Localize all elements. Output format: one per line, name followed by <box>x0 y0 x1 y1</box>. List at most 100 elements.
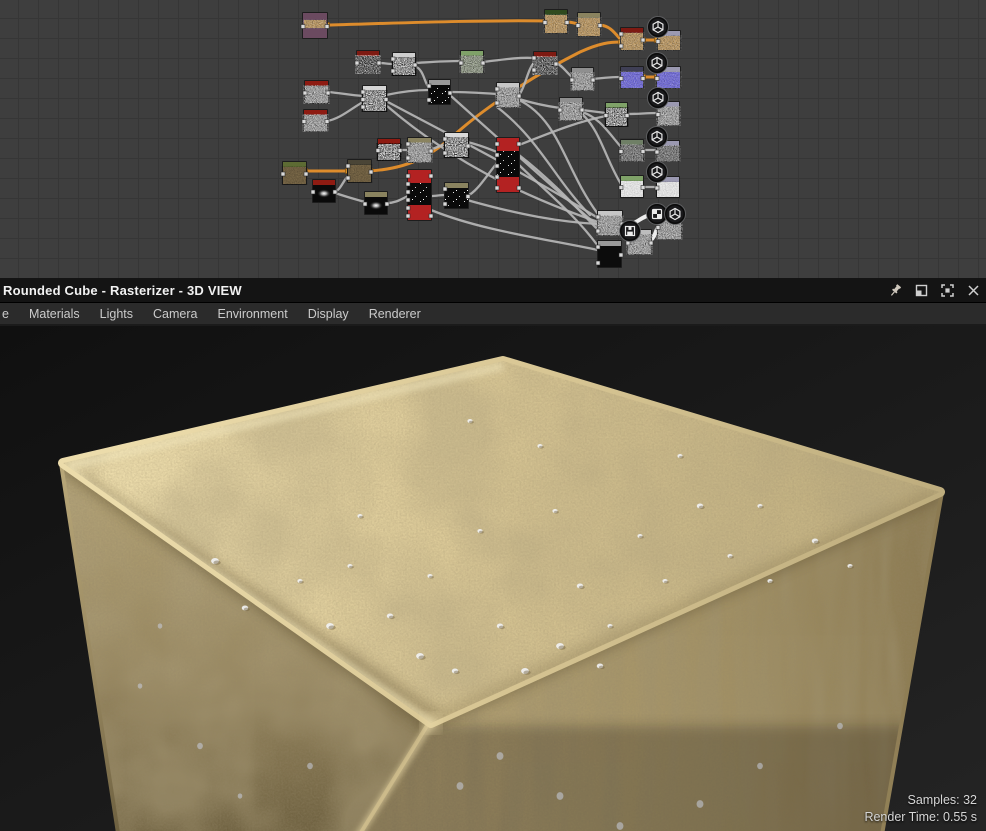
node-pin[interactable] <box>495 164 499 168</box>
graph-node[interactable] <box>495 82 521 108</box>
node-pin[interactable] <box>377 61 381 65</box>
node-pin[interactable] <box>532 56 536 60</box>
node-pin[interactable] <box>580 108 584 112</box>
node-pin[interactable] <box>565 21 569 25</box>
node-pin[interactable] <box>361 98 365 102</box>
menu-item-materials[interactable]: Materials <box>29 307 80 321</box>
graph-node[interactable] <box>376 138 402 161</box>
graph-node[interactable] <box>302 109 329 132</box>
node-pin[interactable] <box>443 137 447 141</box>
node-pin[interactable] <box>655 77 659 81</box>
graph-node[interactable] <box>443 182 470 209</box>
maximize-view-button[interactable] <box>934 279 960 301</box>
node-pin[interactable] <box>443 151 447 155</box>
node-pin[interactable] <box>466 195 470 199</box>
node-pin[interactable] <box>361 90 365 94</box>
node-pin[interactable] <box>443 202 447 206</box>
graph-node[interactable] <box>576 12 602 37</box>
node-pin[interactable] <box>641 38 645 42</box>
node-graph-canvas[interactable] <box>0 0 986 278</box>
node-pin[interactable] <box>619 77 623 81</box>
node-pin[interactable] <box>543 21 547 25</box>
graph-node[interactable] <box>619 66 645 89</box>
graph-node[interactable] <box>346 159 373 183</box>
node-pin[interactable] <box>619 186 623 190</box>
node-pin[interactable] <box>448 91 452 95</box>
node-pin[interactable] <box>406 182 410 186</box>
node-pin[interactable] <box>376 149 380 153</box>
node-pin[interactable] <box>656 226 660 230</box>
node-pin[interactable] <box>596 215 600 219</box>
node-pin[interactable] <box>325 120 329 124</box>
graph-node[interactable] <box>619 27 645 51</box>
graph-node[interactable] <box>406 169 433 221</box>
node-pin[interactable] <box>398 149 402 153</box>
node-pin[interactable] <box>517 186 521 190</box>
node-pin[interactable] <box>517 142 521 146</box>
node-pin[interactable] <box>406 142 410 146</box>
node-pin[interactable] <box>495 101 499 105</box>
node-pin[interactable] <box>619 150 623 154</box>
node-pin[interactable] <box>363 202 367 206</box>
graph-node[interactable] <box>406 137 433 163</box>
pin-button[interactable] <box>882 279 908 301</box>
node-pin[interactable] <box>466 144 470 148</box>
node-pin[interactable] <box>495 142 499 146</box>
node-pin[interactable] <box>413 63 417 67</box>
node-pin[interactable] <box>429 214 433 218</box>
node-3d-view-badge[interactable] <box>647 127 668 148</box>
graph-node[interactable] <box>443 132 470 158</box>
graph-node[interactable] <box>543 9 569 34</box>
node-pin[interactable] <box>406 190 410 194</box>
node-pin[interactable] <box>558 108 562 112</box>
node-3d-view-badge[interactable] <box>647 53 668 74</box>
node-pin[interactable] <box>554 62 558 66</box>
graph-node[interactable] <box>596 240 623 268</box>
node-pin[interactable] <box>406 156 410 160</box>
node-pin[interactable] <box>429 174 433 178</box>
node-pin[interactable] <box>391 69 395 73</box>
menu-item-lights[interactable]: Lights <box>100 307 133 321</box>
node-pin[interactable] <box>641 150 645 154</box>
node-pin[interactable] <box>656 113 660 117</box>
graph-node[interactable] <box>532 51 558 75</box>
node-pin[interactable] <box>304 172 308 176</box>
node-pin[interactable] <box>619 32 623 36</box>
node-pin[interactable] <box>596 261 600 265</box>
node-pin[interactable] <box>619 253 623 257</box>
node-pin[interactable] <box>656 40 660 44</box>
node-pin[interactable] <box>361 105 365 109</box>
node-pin[interactable] <box>655 186 659 190</box>
node-pin[interactable] <box>355 61 359 65</box>
node-pin[interactable] <box>391 57 395 61</box>
node-pin[interactable] <box>427 98 431 102</box>
node-pin[interactable] <box>281 172 285 176</box>
node-pin[interactable] <box>532 68 536 72</box>
node-3d-view-badge[interactable] <box>648 88 669 109</box>
node-pin[interactable] <box>495 186 499 190</box>
node-pin[interactable] <box>481 61 485 65</box>
node-pin[interactable] <box>429 149 433 153</box>
node-3d-view-badge[interactable] <box>647 162 668 183</box>
node-pin[interactable] <box>604 114 608 118</box>
node-floppy-badge[interactable] <box>620 221 641 242</box>
node-pin[interactable] <box>598 24 602 28</box>
node-3d-view-badge[interactable] <box>648 17 669 38</box>
menu-item-display[interactable]: Display <box>308 307 349 321</box>
node-pin[interactable] <box>302 120 306 124</box>
node-pin[interactable] <box>619 44 623 48</box>
menu-item-renderer[interactable]: Renderer <box>369 307 421 321</box>
graph-node[interactable] <box>459 50 485 74</box>
graph-node[interactable] <box>303 80 330 104</box>
node-pin[interactable] <box>596 229 600 233</box>
graph-node[interactable] <box>558 97 584 121</box>
graph-node[interactable] <box>355 50 381 74</box>
graph-node[interactable] <box>619 139 645 162</box>
graph-node[interactable] <box>570 67 595 91</box>
node-pin[interactable] <box>427 84 431 88</box>
menu-item-scene[interactable]: e <box>2 307 9 321</box>
node-pin[interactable] <box>303 91 307 95</box>
graph-node[interactable] <box>361 85 388 112</box>
node-pin[interactable] <box>384 98 388 102</box>
node-pin[interactable] <box>406 198 410 202</box>
